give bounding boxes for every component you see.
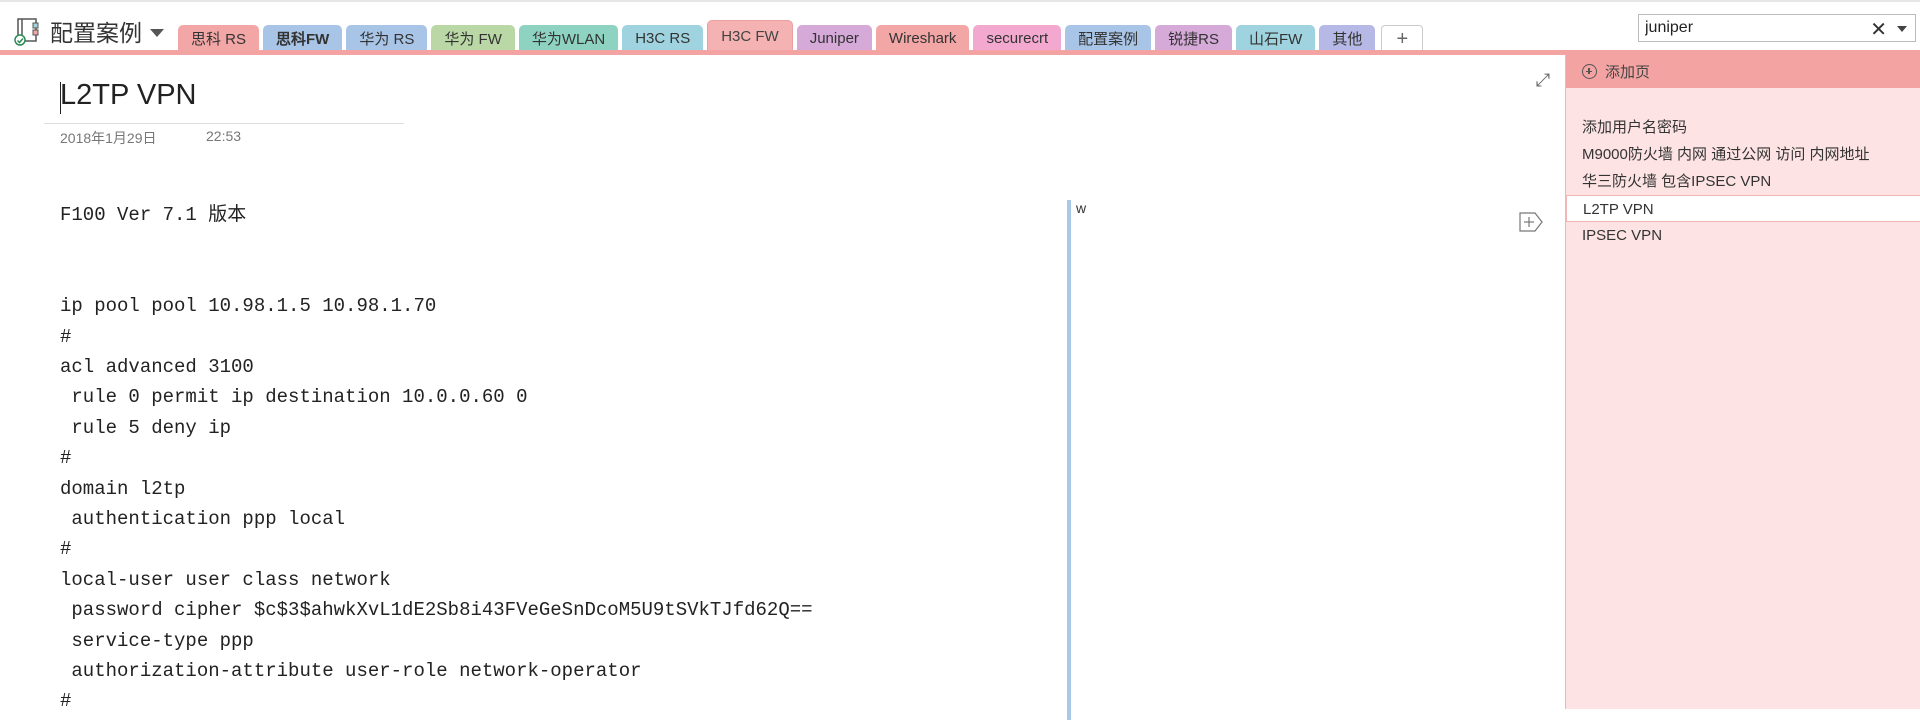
code-line: service-type ppp — [60, 629, 254, 652]
section-tab-bar: 配置案例 思科 RS 思科FW 华为 RS 华为 FW 华为WLAN H3C RS H3C … — [0, 0, 1920, 52]
page-list: 添加用户名密码 M9000防火墙 内网 通过公网 访问 内网地址 华三防火墙 包含I… — [1566, 114, 1920, 249]
expand-icon[interactable]: ⤢ — [1532, 69, 1554, 91]
note-container-divider[interactable] — [1067, 200, 1071, 720]
code-line: # — [60, 325, 72, 348]
page-list-item[interactable]: IPSEC VPN — [1566, 222, 1920, 249]
section-tab[interactable]: 华为 FW — [431, 25, 515, 52]
section-tab[interactable]: Juniper — [796, 25, 872, 52]
pages-panel: 添加页 添加用户名密码 M9000防火墙 内网 通过公网 访问 内网地址 华三防火墙… — [1565, 55, 1920, 709]
code-line: authentication ppp local — [60, 508, 346, 531]
search-box[interactable]: ✕ — [1638, 14, 1916, 42]
config-note-content[interactable]: F100 Ver 7.1 版本 ip pool pool 10.98.1.5 10… — [60, 200, 813, 717]
code-line: # — [60, 538, 72, 561]
section-tab[interactable]: H3C RS — [622, 25, 704, 52]
page-list-item[interactable]: 华三防火墙 包含IPSEC VPN — [1566, 168, 1920, 195]
code-line: rule 5 deny ip — [60, 416, 232, 439]
search-input[interactable] — [1639, 15, 1867, 41]
code-line: F100 Ver 7.1 版本 — [60, 204, 247, 226]
code-line: # — [60, 690, 72, 713]
code-line: password cipher $c$3$ahwkXvL1dE2Sb8i43FV… — [60, 599, 813, 622]
title-underline — [44, 123, 404, 124]
insert-space-icon[interactable] — [1517, 210, 1545, 234]
notebook-icon — [12, 16, 42, 46]
section-tab[interactable]: Wireshark — [875, 25, 970, 52]
code-line: ip pool pool 10.98.1.5 10.98.1.70 — [60, 295, 437, 318]
page-date: 2018年1月29日 — [60, 130, 157, 146]
code-line: domain l2tp — [60, 477, 186, 500]
section-tab[interactable]: 华为 RS — [346, 25, 428, 52]
section-tab[interactable]: 锐捷RS — [1155, 25, 1232, 52]
notebook-picker[interactable]: 配置案例 — [12, 14, 164, 48]
chevron-down-icon — [150, 29, 164, 37]
page-list-item[interactable]: 添加用户名密码 — [1566, 114, 1920, 141]
code-line: # — [60, 447, 72, 470]
add-page-label: 添加页 — [1605, 64, 1651, 81]
section-tab[interactable]: securecrt — [973, 25, 1062, 52]
add-section-button[interactable]: + — [1381, 25, 1424, 52]
page-time: 22:53 — [206, 128, 242, 144]
code-line: authorization-attribute user-role networ… — [60, 660, 642, 683]
top-border — [0, 0, 1920, 2]
search-scope-dropdown-icon[interactable] — [1897, 26, 1907, 32]
section-tab[interactable]: 配置案例 — [1065, 25, 1152, 52]
page-canvas[interactable]: L2TP VPN 2018年1月29日 22:53 ⤢ F100 Ver 7.1… — [0, 55, 1565, 720]
notebook-name: 配置案例 — [50, 20, 142, 46]
section-tab[interactable]: 思科 RS — [178, 25, 260, 52]
add-circle-icon — [1582, 64, 1597, 79]
section-tabs: 思科 RS 思科FW 华为 RS 华为 FW 华为WLAN H3C RS H3C FW Jun… — [178, 20, 1424, 52]
code-line: rule 0 permit ip destination 10.0.0.60 0 — [60, 386, 528, 409]
section-tab[interactable]: 思科FW — [263, 25, 343, 52]
page-list-item[interactable]: M9000防火墙 内网 通过公网 访问 内网地址 — [1566, 141, 1920, 168]
page-list-item[interactable]: L2TP VPN — [1566, 195, 1920, 222]
side-note-text[interactable]: w — [1076, 200, 1086, 216]
section-tab[interactable]: 山石FW — [1235, 25, 1316, 52]
text-cursor — [60, 82, 61, 114]
section-tab[interactable]: 华为WLAN — [518, 25, 619, 52]
clear-search-icon[interactable]: ✕ — [1870, 17, 1887, 42]
code-line: acl advanced 3100 — [60, 356, 254, 378]
section-tab[interactable]: 其他 — [1319, 25, 1376, 52]
section-tab[interactable]: H3C FW — [707, 20, 793, 52]
code-line: local-user user class network — [60, 568, 391, 591]
add-page-button[interactable]: 添加页 — [1566, 55, 1920, 88]
page-title[interactable]: L2TP VPN — [60, 79, 196, 112]
